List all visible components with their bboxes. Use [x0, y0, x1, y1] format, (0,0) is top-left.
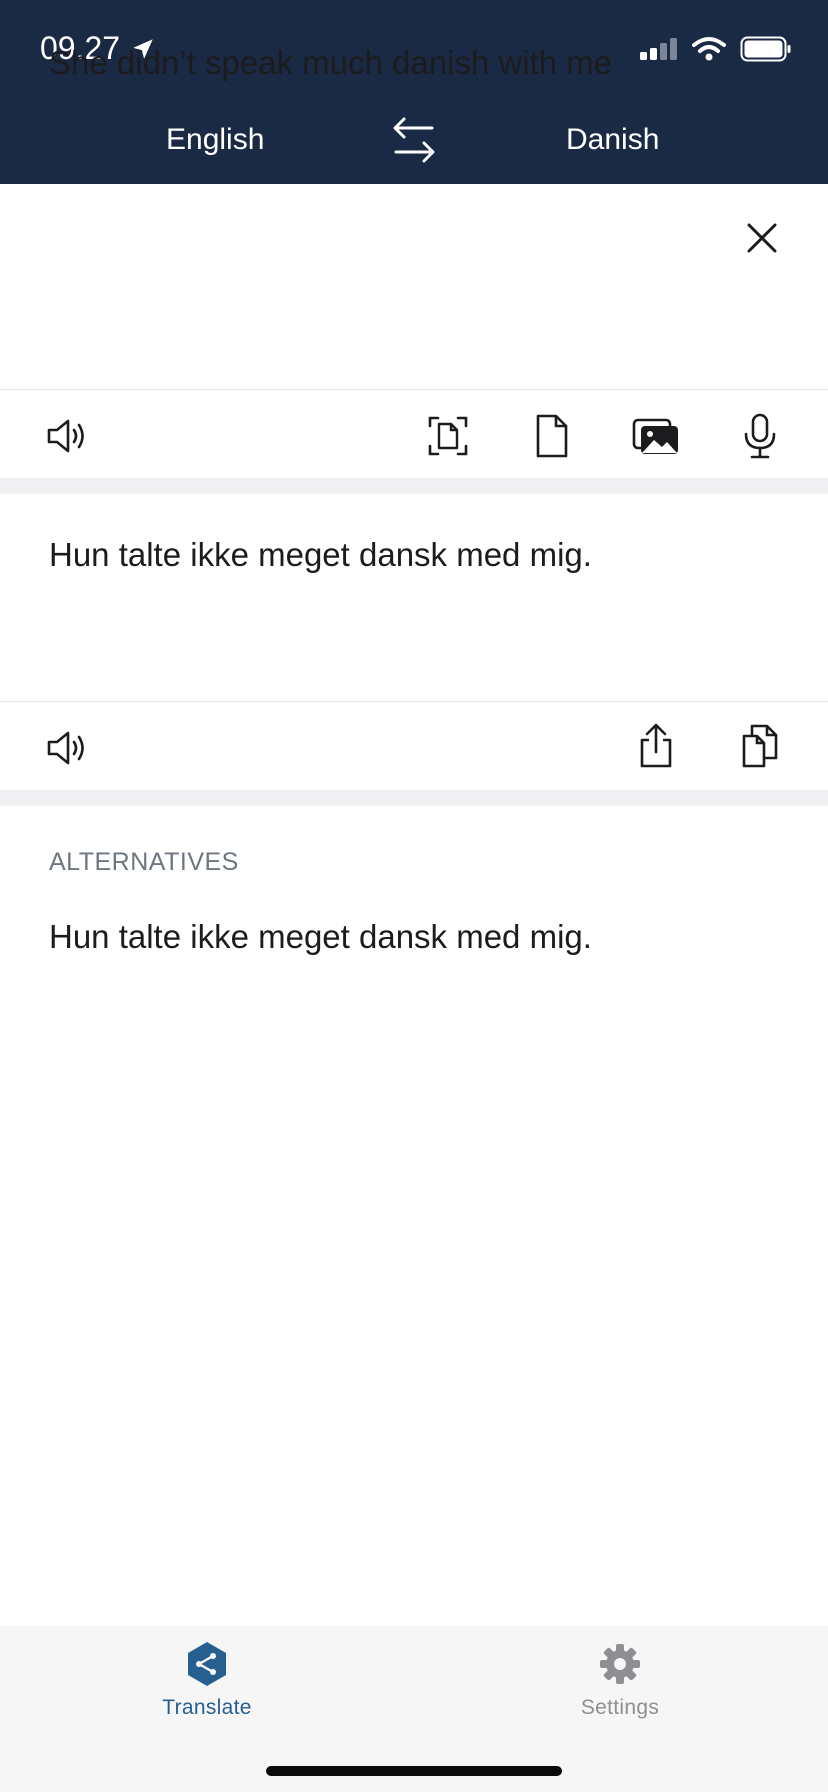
tab-settings-label: Settings: [580, 1696, 660, 1719]
input-toolbar: [0, 390, 828, 478]
alternative-item[interactable]: Hun talte ikke meget dansk med mig.: [49, 918, 592, 956]
translation-output: Hun talte ikke meget dansk med mig.: [49, 536, 592, 573]
home-indicator: [266, 1766, 562, 1776]
microphone-icon[interactable]: [736, 412, 784, 460]
tab-translate-label: Translate: [162, 1696, 252, 1719]
close-icon[interactable]: [744, 220, 780, 256]
language-selector: English Danish: [0, 112, 828, 168]
section-separator: [0, 478, 828, 494]
battery-icon: [740, 36, 791, 62]
copy-icon[interactable]: [736, 722, 784, 770]
translate-logo-icon: [188, 1642, 226, 1686]
document-icon[interactable]: [528, 412, 576, 460]
scan-document-icon[interactable]: [424, 412, 472, 460]
share-icon[interactable]: [632, 722, 680, 770]
tab-settings[interactable]: Settings: [520, 1640, 720, 1750]
tab-translate[interactable]: Translate: [107, 1640, 307, 1750]
swap-arrows-icon[interactable]: [390, 114, 438, 166]
source-language-button[interactable]: English: [166, 112, 264, 168]
app-header: 09.27 English Danish: [0, 0, 828, 184]
tab-bar: Translate Settings: [0, 1626, 828, 1792]
photo-gallery-icon[interactable]: [632, 412, 680, 460]
alternatives-heading: ALTERNATIVES: [49, 848, 239, 876]
speaker-icon[interactable]: [44, 412, 92, 460]
output-toolbar: [0, 702, 828, 790]
speaker-icon[interactable]: [44, 724, 92, 772]
section-separator: [0, 790, 828, 806]
source-text-input[interactable]: She didn’t speak much danish with me: [49, 44, 699, 82]
gear-icon: [600, 1644, 640, 1684]
target-language-button[interactable]: Danish: [566, 112, 659, 168]
